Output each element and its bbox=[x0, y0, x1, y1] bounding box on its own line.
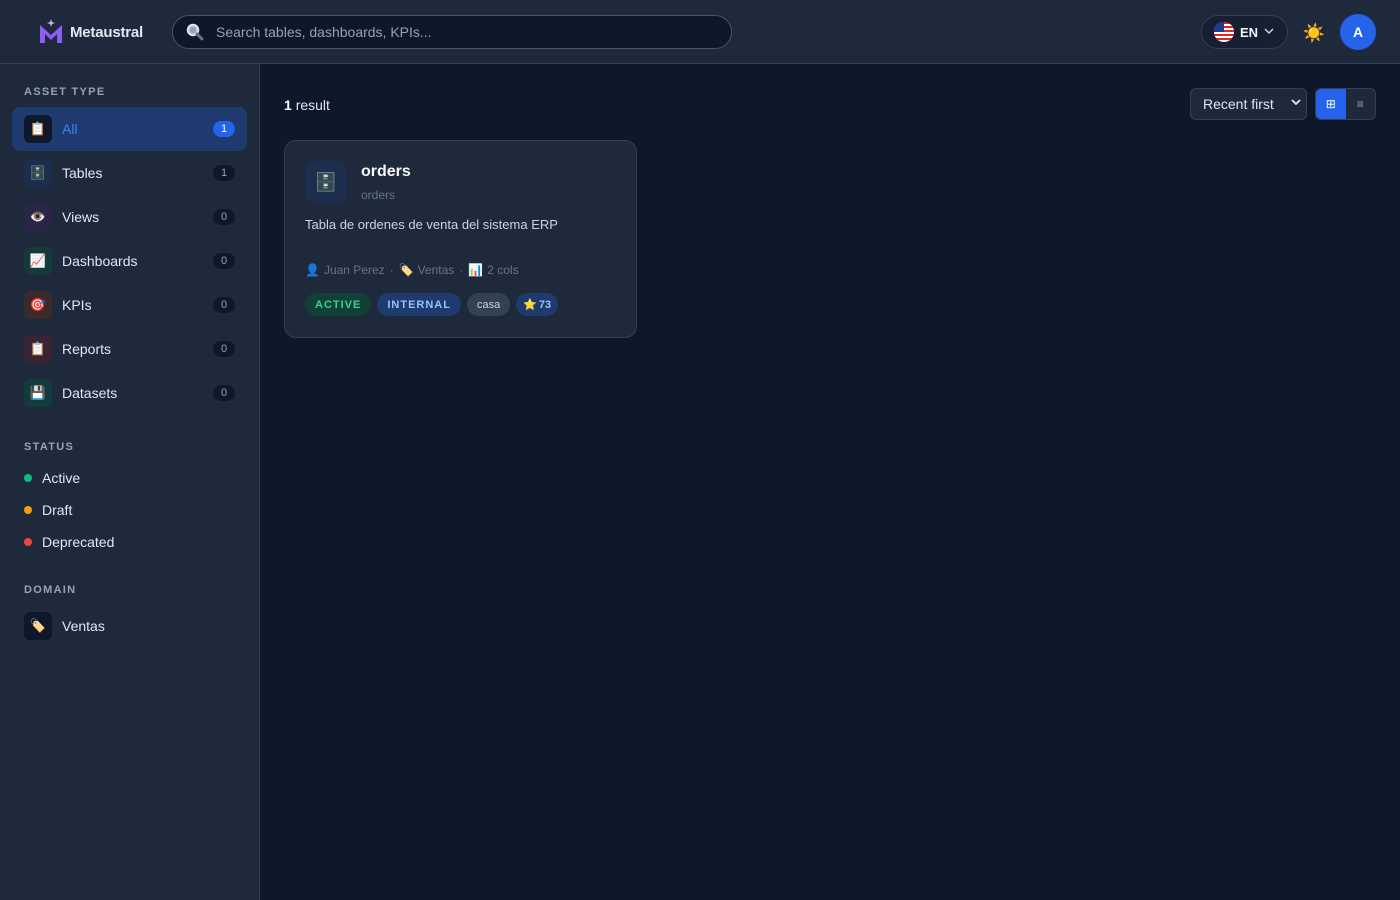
card-meta: 👤 Juan Perez · 🏷️ Ventas · 📊 2 cols bbox=[305, 263, 519, 277]
status-title: STATUS bbox=[24, 441, 75, 453]
card-subtitle: orders bbox=[361, 188, 396, 202]
card-title[interactable]: orders bbox=[361, 163, 411, 181]
domain-filter-ventas[interactable]: 🏷️ Ventas bbox=[12, 604, 247, 648]
tag-chip[interactable]: casa bbox=[466, 293, 511, 316]
file-cabinet-icon: 🗄️ bbox=[305, 161, 347, 203]
top-bar: Metaustral EN bbox=[0, 0, 1400, 64]
chevron-down-icon bbox=[1264, 23, 1274, 41]
sidebar-item-label: KPIs bbox=[62, 297, 92, 313]
sidebar-item-label: Datasets bbox=[62, 385, 118, 401]
search-input[interactable] bbox=[216, 24, 731, 40]
logo-mark-icon bbox=[38, 19, 64, 45]
status-badge: ACTIVE bbox=[305, 293, 372, 316]
person-icon: 👤 bbox=[305, 263, 320, 277]
domain-label: Ventas bbox=[62, 618, 105, 634]
asset-type-title: ASSET TYPE bbox=[24, 86, 106, 98]
count-badge: 0 bbox=[213, 253, 235, 269]
card-domain: Ventas bbox=[417, 263, 455, 277]
grid-icon: ⊞ bbox=[1325, 97, 1336, 111]
sidebar-item-reports[interactable]: 📋 Reports 0 bbox=[12, 327, 247, 371]
logo-text: Metaustral bbox=[70, 23, 144, 41]
eye-icon: 👁️ bbox=[24, 203, 52, 231]
list-icon: ≡ bbox=[1356, 97, 1364, 111]
logo[interactable]: Metaustral bbox=[38, 17, 143, 47]
count-badge: 1 bbox=[213, 121, 235, 137]
star-icon: ⭐ bbox=[523, 299, 537, 311]
sidebar-item-label: Dashboards bbox=[62, 253, 138, 269]
count-badge: 0 bbox=[213, 297, 235, 313]
score-badge: ⭐ 73 bbox=[516, 293, 559, 316]
sidebar-item-label: All bbox=[62, 121, 78, 137]
result-label: result bbox=[295, 97, 330, 113]
search-icon bbox=[186, 23, 204, 41]
status-filter-deprecated[interactable]: Deprecated bbox=[24, 532, 114, 552]
status-label: Active bbox=[42, 470, 81, 486]
clipboard-icon: 📋 bbox=[24, 115, 52, 143]
sidebar-item-kpis[interactable]: 🎯 KPIs 0 bbox=[12, 283, 247, 327]
meta-separator: · bbox=[459, 263, 464, 277]
sidebar-item-label: Views bbox=[62, 209, 100, 225]
file-cabinet-icon: 🗄️ bbox=[24, 159, 52, 187]
status-label: Deprecated bbox=[42, 534, 115, 550]
visibility-badge: INTERNAL bbox=[377, 293, 461, 316]
count-badge: 0 bbox=[213, 385, 235, 401]
status-dot bbox=[24, 538, 32, 546]
sidebar-item-label: Reports bbox=[62, 341, 112, 357]
count-badge: 0 bbox=[213, 341, 235, 357]
view-toggle: ⊞ ≡ bbox=[1315, 88, 1376, 120]
floppy-disk-icon: 💾 bbox=[24, 379, 52, 407]
sort-select[interactable]: Recent first bbox=[1190, 88, 1307, 120]
clipboard-icon: 📋 bbox=[24, 335, 52, 363]
user-avatar[interactable]: A bbox=[1340, 14, 1376, 50]
result-count: 1 result bbox=[284, 97, 330, 113]
domain-title: DOMAIN bbox=[24, 584, 77, 596]
status-label: Draft bbox=[42, 502, 73, 518]
target-icon: 🎯 bbox=[24, 291, 52, 319]
result-number: 1 bbox=[284, 97, 292, 113]
sidebar-item-views[interactable]: 👁️ Views 0 bbox=[12, 195, 247, 239]
status-filter-active[interactable]: Active bbox=[24, 468, 80, 488]
bar-chart-icon: 📊 bbox=[468, 263, 484, 277]
tag-icon: 🏷️ bbox=[24, 612, 52, 640]
tag-icon: 🏷️ bbox=[398, 263, 414, 277]
sidebar-item-datasets[interactable]: 💾 Datasets 0 bbox=[12, 371, 247, 415]
card-description: Tabla de ordenes de venta del sistema ER… bbox=[305, 217, 558, 232]
count-badge: 1 bbox=[213, 165, 235, 181]
asset-card[interactable]: 🗄️ orders orders Tabla de ordenes de ven… bbox=[284, 140, 637, 338]
language-selector[interactable]: EN bbox=[1201, 15, 1288, 49]
sidebar-item-tables[interactable]: 🗄️ Tables 1 bbox=[12, 151, 247, 195]
us-flag-icon bbox=[1214, 22, 1234, 42]
card-tags: ACTIVE INTERNAL casa ⭐ 73 bbox=[305, 293, 564, 316]
chart-up-icon: 📈 bbox=[24, 247, 52, 275]
theme-toggle-button[interactable]: ☀️ bbox=[1302, 21, 1326, 45]
card-owner: Juan Perez bbox=[323, 263, 385, 277]
sidebar-item-dashboards[interactable]: 📈 Dashboards 0 bbox=[12, 239, 247, 283]
sidebar-item-all[interactable]: 📋 All 1 bbox=[12, 107, 247, 151]
score-value: 73 bbox=[538, 298, 552, 311]
language-code: EN bbox=[1240, 24, 1259, 40]
sidebar-item-label: Tables bbox=[62, 165, 103, 181]
grid-view-button[interactable]: ⊞ bbox=[1316, 89, 1346, 119]
list-view-button[interactable]: ≡ bbox=[1345, 89, 1375, 119]
status-filter-draft[interactable]: Draft bbox=[24, 500, 72, 520]
status-dot bbox=[24, 474, 32, 482]
meta-separator: · bbox=[389, 263, 394, 277]
sun-icon: ☀️ bbox=[1302, 22, 1326, 43]
count-badge: 0 bbox=[213, 209, 235, 225]
status-dot bbox=[24, 506, 32, 514]
card-columns: 2 cols bbox=[487, 263, 519, 277]
search-bar[interactable] bbox=[172, 15, 732, 49]
